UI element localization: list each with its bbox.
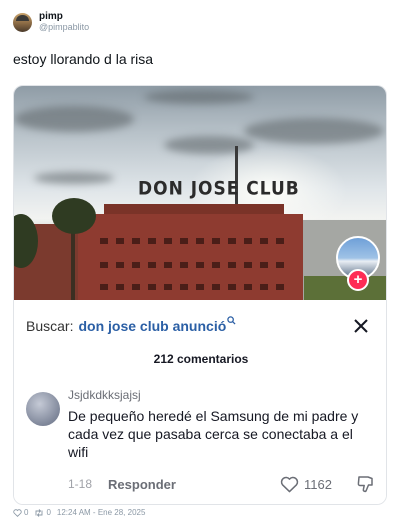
window-row	[100, 284, 290, 290]
cloud	[34, 172, 114, 184]
comment-text: De pequeño heredé el Samsung de mi padre…	[68, 408, 359, 460]
cloud	[244, 118, 384, 144]
video-still-photo: DON JOSE CLUB +	[14, 86, 386, 300]
post-timestamp: 12:24 AM - Ene 28, 2025	[56, 508, 146, 517]
cloud	[144, 90, 254, 104]
search-row[interactable]: Buscar: don jose club anunció	[26, 316, 376, 336]
window-row	[100, 238, 290, 244]
comments-panel: Buscar: don jose club anunció 212 coment…	[14, 300, 386, 504]
palm-trunk	[71, 226, 75, 300]
media-card[interactable]: DON JOSE CLUB + Buscar: don jose club an…	[13, 85, 387, 505]
author-handle[interactable]: @pimpablito	[39, 22, 89, 33]
commenter-username[interactable]: Jsjdkdkksjajsj	[68, 388, 141, 402]
repost-stat[interactable]: 0	[34, 508, 51, 517]
commenter-avatar[interactable]	[26, 392, 60, 426]
thumbs-down-icon[interactable]	[356, 474, 376, 494]
reply-button[interactable]: Responder	[108, 477, 176, 492]
search-query-link[interactable]: don jose club anunció	[78, 318, 226, 334]
cloud	[164, 136, 254, 154]
like-stat[interactable]: 0	[13, 508, 28, 517]
cloud	[14, 106, 134, 132]
repost-icon[interactable]	[34, 508, 44, 517]
tweet-text: estoy llorando d la risa	[13, 51, 154, 67]
like-count: 0	[24, 508, 29, 517]
comment-date: 1-18	[68, 477, 93, 491]
heart-icon[interactable]	[280, 476, 299, 493]
repost-count: 0	[46, 508, 51, 517]
post-header: pimp @pimpablito	[13, 11, 89, 33]
palm-tree	[52, 198, 96, 234]
like-count: 1162	[304, 476, 332, 492]
search-prefix: Buscar:	[26, 318, 74, 334]
like-button[interactable]: 1162	[280, 474, 332, 494]
follow-plus-icon[interactable]: +	[347, 269, 369, 291]
comment-meta: 1-18 Responder 1162	[68, 474, 376, 494]
heart-icon[interactable]	[13, 508, 22, 517]
author-display-name[interactable]: pimp	[39, 11, 89, 22]
club-sign-text: DON JOSE CLUB	[138, 178, 300, 200]
comments-count: 212 comentarios	[153, 352, 249, 366]
close-icon[interactable]	[352, 317, 370, 335]
post-footer: 0 0 12:24 AM - Ene 28, 2025	[13, 508, 145, 517]
search-icon[interactable]	[227, 316, 236, 328]
green-strip	[304, 276, 386, 300]
author-avatar[interactable]	[13, 12, 32, 32]
window-row	[100, 262, 290, 268]
author-names: pimp @pimpablito	[39, 11, 89, 33]
